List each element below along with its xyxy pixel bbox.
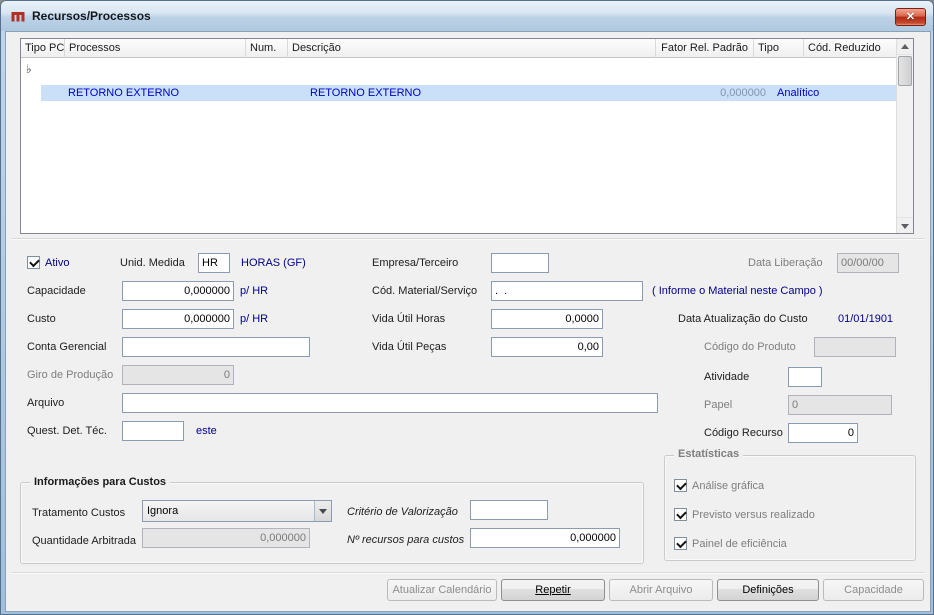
processes-grid: Tipo PCP Processos Num. Descrição Fator … [20, 38, 914, 234]
giro-producao-input: 0 [122, 365, 234, 385]
n-recursos-input[interactable]: 0,000000 [470, 528, 620, 548]
titlebar[interactable]: Recursos/Processos ✕ [1, 1, 933, 31]
ativo-label: Ativo [45, 257, 70, 269]
vida-util-pecas-label: Vida Útil Peças [372, 341, 447, 353]
analise-grafica-checkbox [674, 479, 687, 492]
data-atualizacao-label: Data Atualização do Custo [678, 313, 808, 325]
cell-processos: RETORNO EXTERNO [68, 87, 180, 99]
empresa-terceiro-input[interactable] [491, 253, 549, 273]
unid-medida-label: Unid. Medida [120, 257, 185, 269]
definicoes-button[interactable]: Definições [717, 579, 819, 601]
current-row-marker-icon: ♭ [26, 62, 32, 76]
quantidade-arbitrada-label: Quantidade Arbitrada [32, 535, 136, 547]
recursos-processos-window: Recursos/Processos ✕ Tipo PCP Processos … [0, 0, 934, 615]
dialog-client-area: Tipo PCP Processos Num. Descrição Fator … [5, 31, 931, 612]
custos-groupbox [20, 482, 644, 564]
arquivo-input[interactable] [122, 393, 658, 413]
close-icon[interactable]: ✕ [895, 8, 926, 26]
quest-det-tec-label: Quest. Det. Téc. [27, 425, 107, 437]
tratamento-custos-label: Tratamento Custos [32, 507, 126, 519]
chevron-down-icon[interactable] [314, 501, 331, 521]
previsto-realizado-label: Previsto versus realizado [692, 509, 815, 521]
col-header-processos[interactable]: Processos [65, 39, 246, 58]
codigo-recurso-label: Código Recurso [704, 427, 783, 439]
tratamento-custos-value: Ignora [147, 505, 179, 517]
capacidade-button: Capacidade [823, 579, 924, 601]
data-atualizacao-value: 01/01/1901 [838, 313, 894, 325]
cod-material-hint: ( Informe o Material neste Campo ) [652, 285, 823, 297]
n-recursos-label: Nº recursos para custos [347, 534, 465, 546]
atividade-input[interactable] [788, 367, 822, 387]
app-icon [10, 8, 26, 24]
custo-unit: p/ HR [240, 313, 269, 325]
grid-header: Tipo PCP Processos Num. Descrição Fator … [21, 39, 896, 58]
scroll-down-icon[interactable] [897, 217, 913, 233]
criterio-valorizacao-input[interactable] [470, 500, 548, 520]
giro-producao-label: Giro de Produção [27, 369, 114, 381]
conta-gerencial-label: Conta Gerencial [27, 341, 107, 353]
painel-eficiencia-checkbox [674, 537, 687, 550]
scrollbar-thumb[interactable] [898, 56, 912, 86]
section-divider [12, 238, 924, 240]
custo-label: Custo [27, 313, 56, 325]
col-header-fator[interactable]: Fator Rel. Padrão [656, 39, 754, 58]
custos-group-title: Informações para Custos [30, 476, 171, 489]
grid-vertical-scrollbar[interactable] [896, 39, 913, 233]
papel-label: Papel [704, 399, 733, 411]
quest-det-tec-link[interactable]: este [196, 425, 217, 438]
codigo-recurso-input[interactable]: 0 [788, 423, 858, 443]
scroll-up-icon[interactable] [897, 39, 913, 55]
capacidade-input[interactable]: 0,000000 [122, 281, 234, 301]
window-title: Recursos/Processos [32, 9, 151, 23]
atividade-label: Atividade [704, 371, 750, 383]
abrir-arquivo-button: Abrir Arquivo [609, 579, 713, 601]
cod-material-input[interactable]: . . [491, 281, 643, 301]
papel-input: 0 [788, 395, 892, 415]
col-header-num[interactable]: Num. [246, 39, 288, 58]
vida-util-pecas-input[interactable]: 0,00 [491, 337, 603, 357]
atualizar-calendario-button: Atualizar Calendário [387, 579, 497, 601]
quest-det-tec-input[interactable] [122, 421, 184, 441]
analise-grafica-label: Análise gráfica [692, 480, 765, 492]
conta-gerencial-input[interactable] [122, 337, 310, 357]
unid-medida-input[interactable]: HR [198, 253, 230, 273]
vida-util-horas-label: Vida Útil Horas [372, 313, 446, 325]
cell-fator: 0,000000 [720, 87, 766, 99]
quantidade-arbitrada-input: 0,000000 [142, 528, 310, 548]
cod-material-label: Cód. Material/Serviço [372, 285, 478, 297]
criterio-valorizacao-label: Critério de Valorização [347, 506, 458, 518]
table-row-selected[interactable]: RETORNO EXTERNO RETORNO EXTERNO 0,000000… [41, 85, 896, 101]
estatisticas-group-title: Estatísticas [674, 448, 744, 461]
painel-eficiencia-label: Painel de eficiência [692, 538, 787, 550]
col-header-descricao[interactable]: Descrição [288, 39, 656, 58]
footer-divider [12, 572, 924, 574]
col-header-cod-reduzido[interactable]: Cód. Reduzido [804, 39, 894, 58]
data-liberacao-label: Data Liberação [748, 257, 823, 269]
col-header-tipo-pcp[interactable]: Tipo PCP [21, 39, 65, 58]
cell-tipo: Analítico [777, 87, 820, 99]
capacidade-label: Capacidade [27, 285, 86, 297]
cell-descricao: RETORNO EXTERNO [310, 87, 422, 99]
previsto-realizado-checkbox [674, 508, 687, 521]
codigo-produto-input [814, 337, 896, 357]
unid-medida-desc: HORAS (GF) [241, 257, 306, 269]
arquivo-label: Arquivo [27, 397, 65, 409]
data-liberacao-input: 00/00/00 [837, 253, 899, 273]
capacidade-unit: p/ HR [240, 285, 269, 297]
ativo-checkbox[interactable] [27, 256, 40, 269]
empresa-terceiro-label: Empresa/Terceiro [372, 257, 459, 269]
repetir-button[interactable]: Repetir [501, 579, 605, 601]
codigo-produto-label: Código do Produto [704, 341, 796, 353]
col-header-tipo[interactable]: Tipo [754, 39, 804, 58]
tratamento-custos-select[interactable]: Ignora [142, 500, 332, 522]
custo-input[interactable]: 0,000000 [122, 309, 234, 329]
vida-util-horas-input[interactable]: 0,0000 [491, 309, 603, 329]
